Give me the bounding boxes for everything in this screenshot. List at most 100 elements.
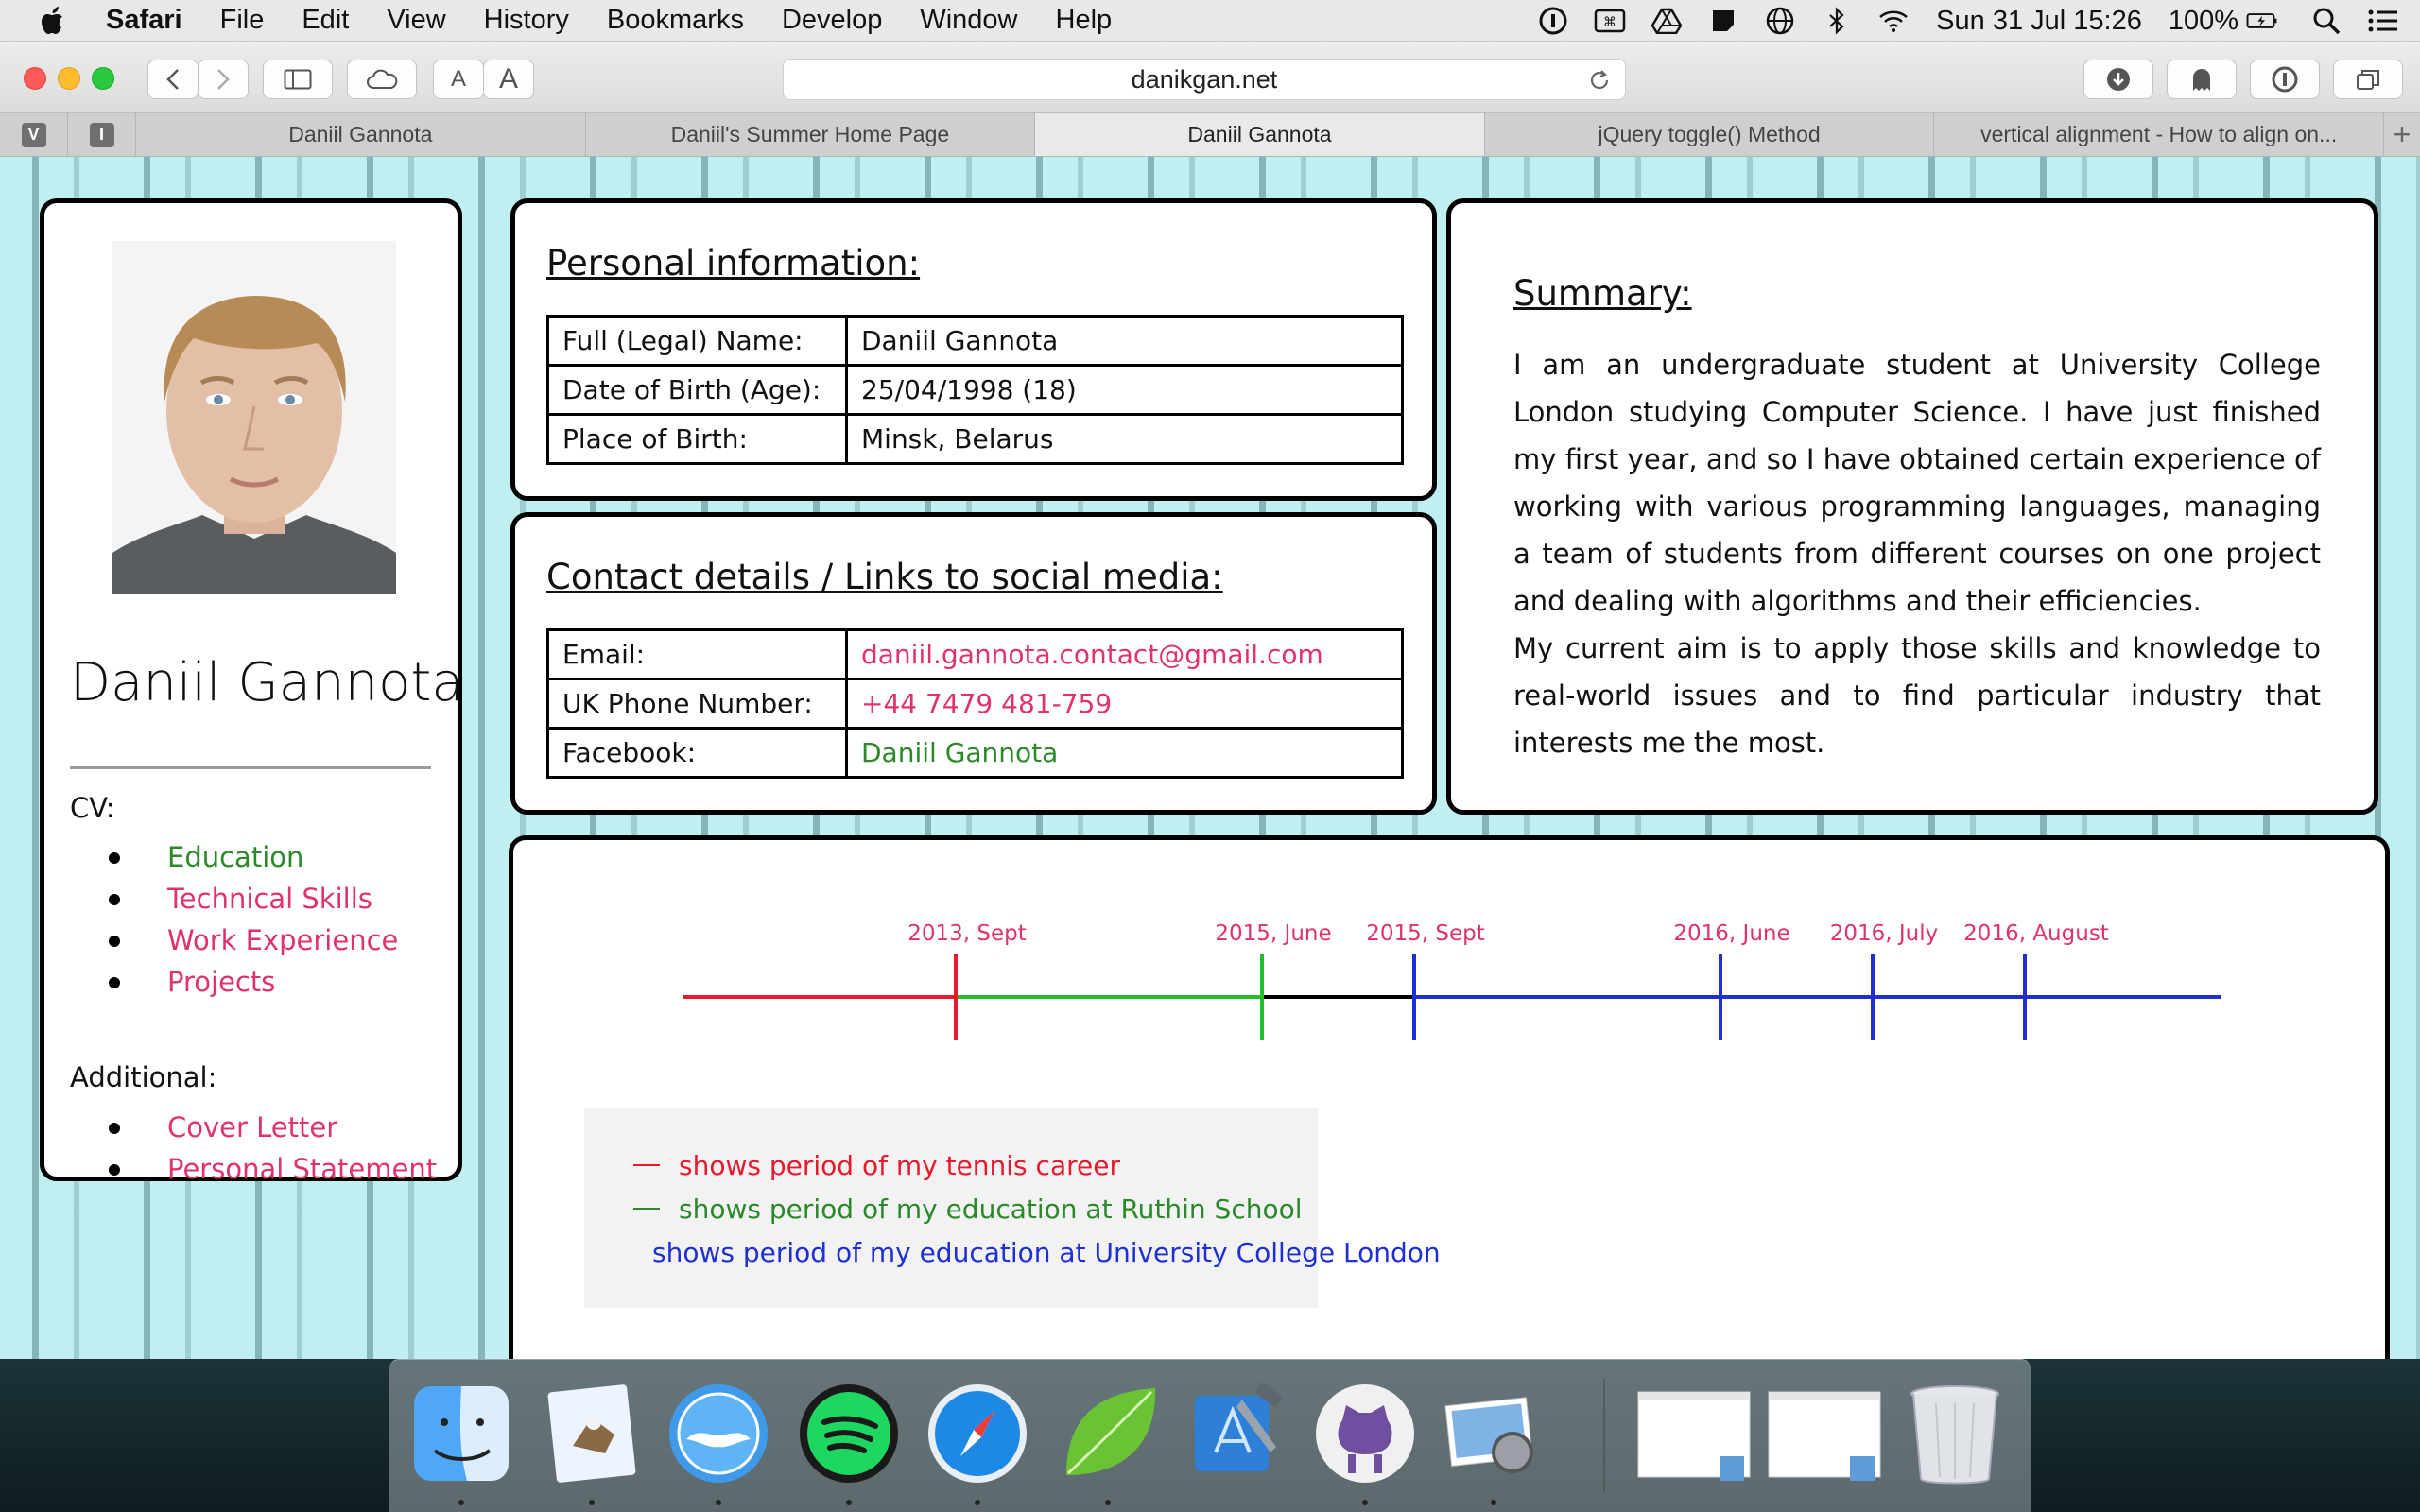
spotlight-icon[interactable] (2310, 5, 2342, 37)
running-indicator (846, 1500, 852, 1505)
close-window-button[interactable] (24, 67, 46, 90)
dock-trash[interactable] (1902, 1381, 2008, 1486)
cloud-icon (367, 69, 398, 89)
sidebar-button[interactable] (263, 60, 333, 99)
running-indicator (1362, 1500, 1368, 1505)
dock-preview[interactable] (1441, 1381, 1547, 1486)
smaller-text-button[interactable]: A (433, 60, 484, 99)
link-personal-statement[interactable]: Personal Statement (109, 1148, 437, 1190)
menu-file[interactable]: File (220, 5, 265, 36)
table-row: UK Phone Number: +44 7479 481-759 (546, 678, 1404, 730)
menu-bookmarks[interactable]: Bookmarks (607, 5, 744, 36)
tab-4[interactable]: jQuery toggle() Method (1485, 113, 1935, 156)
reload-icon[interactable] (1587, 68, 1612, 93)
show-all-tabs-button[interactable] (2333, 60, 2403, 99)
link-cover-letter[interactable]: Cover Letter (109, 1107, 437, 1148)
tab-5[interactable]: vertical alignment - How to align on... (1934, 113, 2384, 156)
cv-link-education[interactable]: Education (109, 836, 398, 878)
battery-icon[interactable] (2246, 5, 2278, 37)
dock-xcode[interactable] (1184, 1381, 1289, 1486)
summary-paragraph-1: I am an undergraduate student at Univers… (1513, 349, 2321, 617)
menu-app-safari[interactable]: Safari (106, 5, 182, 36)
email-link[interactable]: daniil.gannota.contact@gmail.com (845, 628, 1404, 680)
cv-link-work-experience[interactable]: Work Experience (109, 919, 398, 961)
dock-spotify[interactable] (796, 1381, 902, 1486)
wifi-icon[interactable] (1877, 5, 1910, 37)
minimize-window-button[interactable] (58, 67, 80, 90)
notes-icon[interactable] (1707, 5, 1739, 37)
dock-coda[interactable] (1055, 1381, 1161, 1486)
pinned-tab-v[interactable]: V (0, 113, 68, 156)
xcode-icon (1195, 1383, 1283, 1471)
back-button[interactable] (147, 60, 199, 99)
new-tab-button[interactable]: + (2384, 113, 2420, 156)
menu-window[interactable]: Window (920, 5, 1017, 36)
dock-mail[interactable] (539, 1381, 645, 1486)
dock-safari[interactable] (925, 1381, 1030, 1486)
table-row: Facebook: Daniil Gannota (546, 727, 1404, 779)
mail-icon (547, 1384, 636, 1483)
dock-tweetbot[interactable] (666, 1381, 771, 1486)
downloads-button[interactable] (2083, 60, 2153, 99)
legend-text-ucl: shows period of my education at Universi… (652, 1236, 1441, 1268)
dock-github[interactable] (1312, 1381, 1418, 1486)
menu-history[interactable]: History (484, 5, 569, 36)
cv-link-projects[interactable]: Projects (109, 961, 398, 1003)
larger-text-button[interactable]: A (483, 60, 534, 99)
personal-key-name: Full (Legal) Name: (546, 315, 848, 367)
zoom-window-button[interactable] (92, 67, 114, 90)
icloud-tabs-button[interactable] (347, 60, 417, 99)
apple-icon[interactable] (38, 5, 70, 37)
tab-1[interactable]: Daniil Gannota (136, 113, 586, 156)
spotify-icon (800, 1384, 898, 1483)
bluetooth-icon[interactable] (1821, 5, 1853, 37)
pinned-tab-v-label: V (21, 122, 46, 147)
google-drive-icon[interactable] (1651, 5, 1683, 37)
legend-dash-green (633, 1208, 660, 1210)
onepassword-icon (2272, 66, 2298, 93)
url-text[interactable]: danikgan.net (1132, 65, 1278, 94)
command-key-icon[interactable]: ⌘ (1594, 5, 1626, 37)
tab-2[interactable]: Daniil's Summer Home Page (586, 113, 1036, 156)
menu-edit[interactable]: Edit (302, 5, 349, 36)
personal-info-title: Personal information: (546, 243, 921, 284)
trash-icon (1910, 1385, 1999, 1485)
address-bar[interactable]: danikgan.net (783, 59, 1626, 100)
forward-button[interactable] (198, 60, 249, 99)
legend-text-ruthin: shows period of my education at Ruthin S… (679, 1193, 1303, 1225)
finder-icon (414, 1386, 509, 1481)
notification-center-icon[interactable] (2367, 5, 2399, 37)
cv-link-technical-skills[interactable]: Technical Skills (109, 878, 398, 919)
tab-bar: V I Daniil Gannota Daniil's Summer Home … (0, 113, 2420, 157)
ghost-icon (2193, 69, 2210, 91)
contact-table: Email: daniil.gannota.contact@gmail.com … (546, 628, 1404, 779)
personal-value-birthplace: Minsk, Belarus (845, 413, 1404, 465)
tab-3-active[interactable]: Daniil Gannota (1035, 113, 1485, 156)
onepassword-menu-icon[interactable] (1537, 5, 1569, 37)
chevron-right-icon (217, 69, 230, 90)
summary-paragraph-2: My current aim is to apply those skills … (1513, 632, 2321, 759)
running-indicator (1105, 1500, 1111, 1505)
menu-view[interactable]: View (387, 5, 445, 36)
dock-finder[interactable] (408, 1381, 514, 1486)
dock-minimized-window-1[interactable] (1634, 1381, 1753, 1486)
onepassword-button[interactable] (2250, 60, 2320, 99)
phone-link[interactable]: +44 7479 481-759 (845, 678, 1404, 730)
pinned-tab-i[interactable]: I (68, 113, 136, 156)
timeline-legend: shows period of my tennis career shows p… (584, 1108, 1441, 1308)
timeline-label-2: 2015, June (1215, 921, 1331, 946)
globe-icon[interactable] (1764, 5, 1796, 37)
table-row: Place of Birth: Minsk, Belarus (546, 413, 1404, 465)
profile-name: Daniil Gannota (70, 652, 464, 713)
menu-help[interactable]: Help (1056, 5, 1113, 36)
menubar-clock[interactable]: Sun 31 Jul 15:26 (1936, 6, 2142, 37)
sidebar-icon (284, 69, 312, 90)
ghostery-button[interactable] (2167, 60, 2237, 99)
dock-minimized-window-2[interactable] (1764, 1381, 1883, 1486)
menu-develop[interactable]: Develop (782, 5, 882, 36)
contact-key-phone: UK Phone Number: (546, 678, 848, 730)
table-row: Email: daniil.gannota.contact@gmail.com (546, 628, 1404, 680)
contact-key-facebook: Facebook: (546, 727, 848, 779)
legend-text-tennis: shows period of my tennis career (679, 1149, 1120, 1181)
facebook-link[interactable]: Daniil Gannota (845, 727, 1404, 779)
